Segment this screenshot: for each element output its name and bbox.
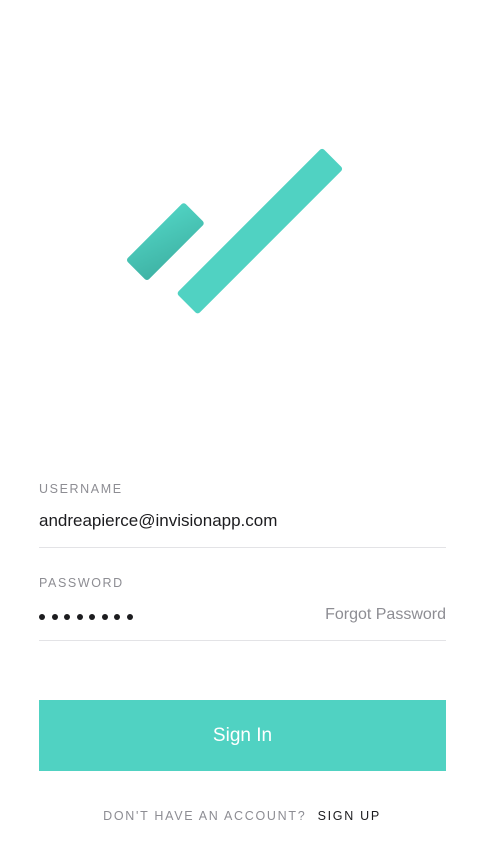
password-field[interactable]: PASSWORD Forgot Password [39, 574, 446, 644]
password-mask-dot [64, 614, 70, 620]
signup-prompt: DON'T HAVE AN ACCOUNT? SIGN UP [0, 809, 484, 823]
password-label: PASSWORD [39, 576, 124, 590]
checkmark-logo-icon [126, 148, 343, 314]
password-input[interactable] [39, 614, 133, 620]
password-mask-dot [101, 614, 108, 620]
forgot-password-link[interactable]: Forgot Password [325, 606, 446, 624]
password-mask-dot [114, 614, 120, 620]
password-underline [39, 640, 446, 641]
password-mask-dot [51, 614, 58, 620]
password-mask-dot [126, 614, 133, 620]
username-underline [39, 547, 446, 548]
sign-in-button[interactable]: Sign In [39, 700, 446, 771]
password-mask-dot [89, 614, 95, 620]
sign-up-link[interactable]: SIGN UP [318, 809, 381, 823]
username-label: USERNAME [39, 482, 123, 496]
username-field[interactable]: USERNAME andreapierce@invisionapp.com [39, 480, 446, 550]
no-account-text: DON'T HAVE AN ACCOUNT? [103, 809, 307, 823]
username-input[interactable]: andreapierce@invisionapp.com [39, 511, 277, 531]
password-mask-dot [76, 614, 83, 620]
password-mask-dot [39, 614, 45, 620]
